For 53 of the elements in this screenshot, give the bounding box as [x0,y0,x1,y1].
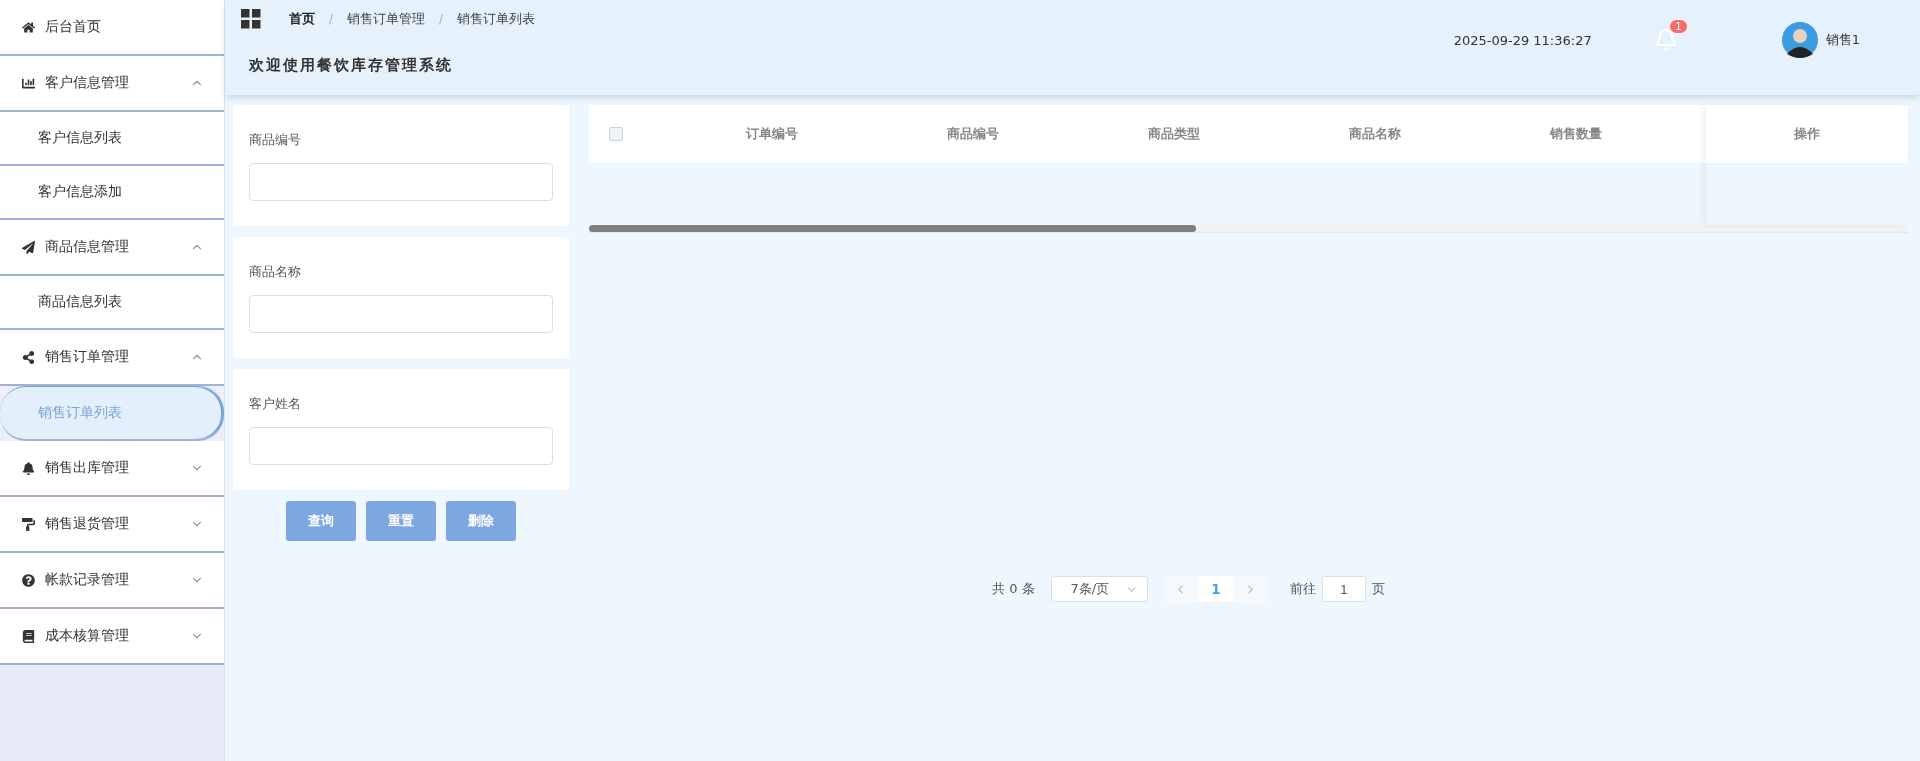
column-header: 商品名称 [1347,125,1402,143]
grid-icon [241,9,261,29]
menu-item[interactable]: 销售订单管理 [0,330,224,386]
field-label: 客户姓名 [249,394,302,413]
input-field[interactable] [249,162,553,201]
submenu-item[interactable]: 客户信息列表 [0,112,224,166]
column-header: 商品类型 [1146,125,1201,143]
menu-item[interactable]: 商品信息管理 [0,220,224,276]
field-label: 商品编号 [249,130,302,149]
column-header: 销售数量 [1548,125,1603,143]
goto-label: 前往 [1289,580,1316,598]
total-count: 共 0 条 [992,580,1035,598]
paper-plane-icon [22,240,35,254]
prev-page-button[interactable] [1163,576,1198,602]
bar-chart-icon [22,76,35,90]
welcome-title: 欢迎使用餐饮库存管理系统 [248,56,454,75]
submenu-item[interactable]: 商品信息列表 [0,276,224,330]
scrollbar-thumb[interactable] [589,225,1196,232]
field-label: 商品名称 [249,262,302,281]
breadcrumb-link[interactable]: 首页 [289,10,315,28]
column-header: 操作 [1794,125,1820,143]
breadcrumb-separator: / [329,12,334,26]
input-field[interactable] [249,294,553,333]
bell-icon[interactable] [1653,28,1678,52]
page-size-select[interactable]: 7条/页 [1050,576,1148,602]
scrollbar-track[interactable] [589,225,1908,233]
home-icon [22,20,35,34]
menu-item[interactable]: 后台首页 [0,0,224,56]
page-suffix: 页 [1371,580,1385,598]
share-icon [22,350,35,364]
menu-item[interactable]: 成本核算管理 [0,609,224,665]
paint-roller-icon [22,517,35,531]
next-page-button[interactable] [1233,576,1268,602]
breadcrumb-link[interactable]: 销售订单管理 [347,10,426,28]
breadcrumb-separator: / [439,12,444,26]
menu-item[interactable]: 帐款记录管理 [0,553,224,609]
datetime: 2025-09-29 11:36:27 [1453,32,1592,48]
help-icon [22,573,35,587]
book-icon [22,629,35,643]
bell-icon [22,461,35,475]
avatar [1781,22,1818,58]
menu-item[interactable]: 销售退货管理 [0,497,224,553]
select-all-checkbox[interactable] [609,127,623,141]
menu-item[interactable]: 销售出库管理 [0,441,224,497]
notification-badge: 1 [1669,19,1688,34]
column-header: 订单编号 [744,125,799,143]
breadcrumb-link[interactable]: 销售订单列表 [457,10,536,28]
user-name[interactable]: 销售1 [1825,31,1860,49]
menu-item[interactable]: 客户信息管理 [0,56,224,112]
input-field[interactable] [249,426,553,465]
submenu-item[interactable]: 客户信息添加 [0,166,224,220]
column-header: 商品编号 [945,125,1000,143]
goto-page-field[interactable]: 1 [1321,576,1366,602]
